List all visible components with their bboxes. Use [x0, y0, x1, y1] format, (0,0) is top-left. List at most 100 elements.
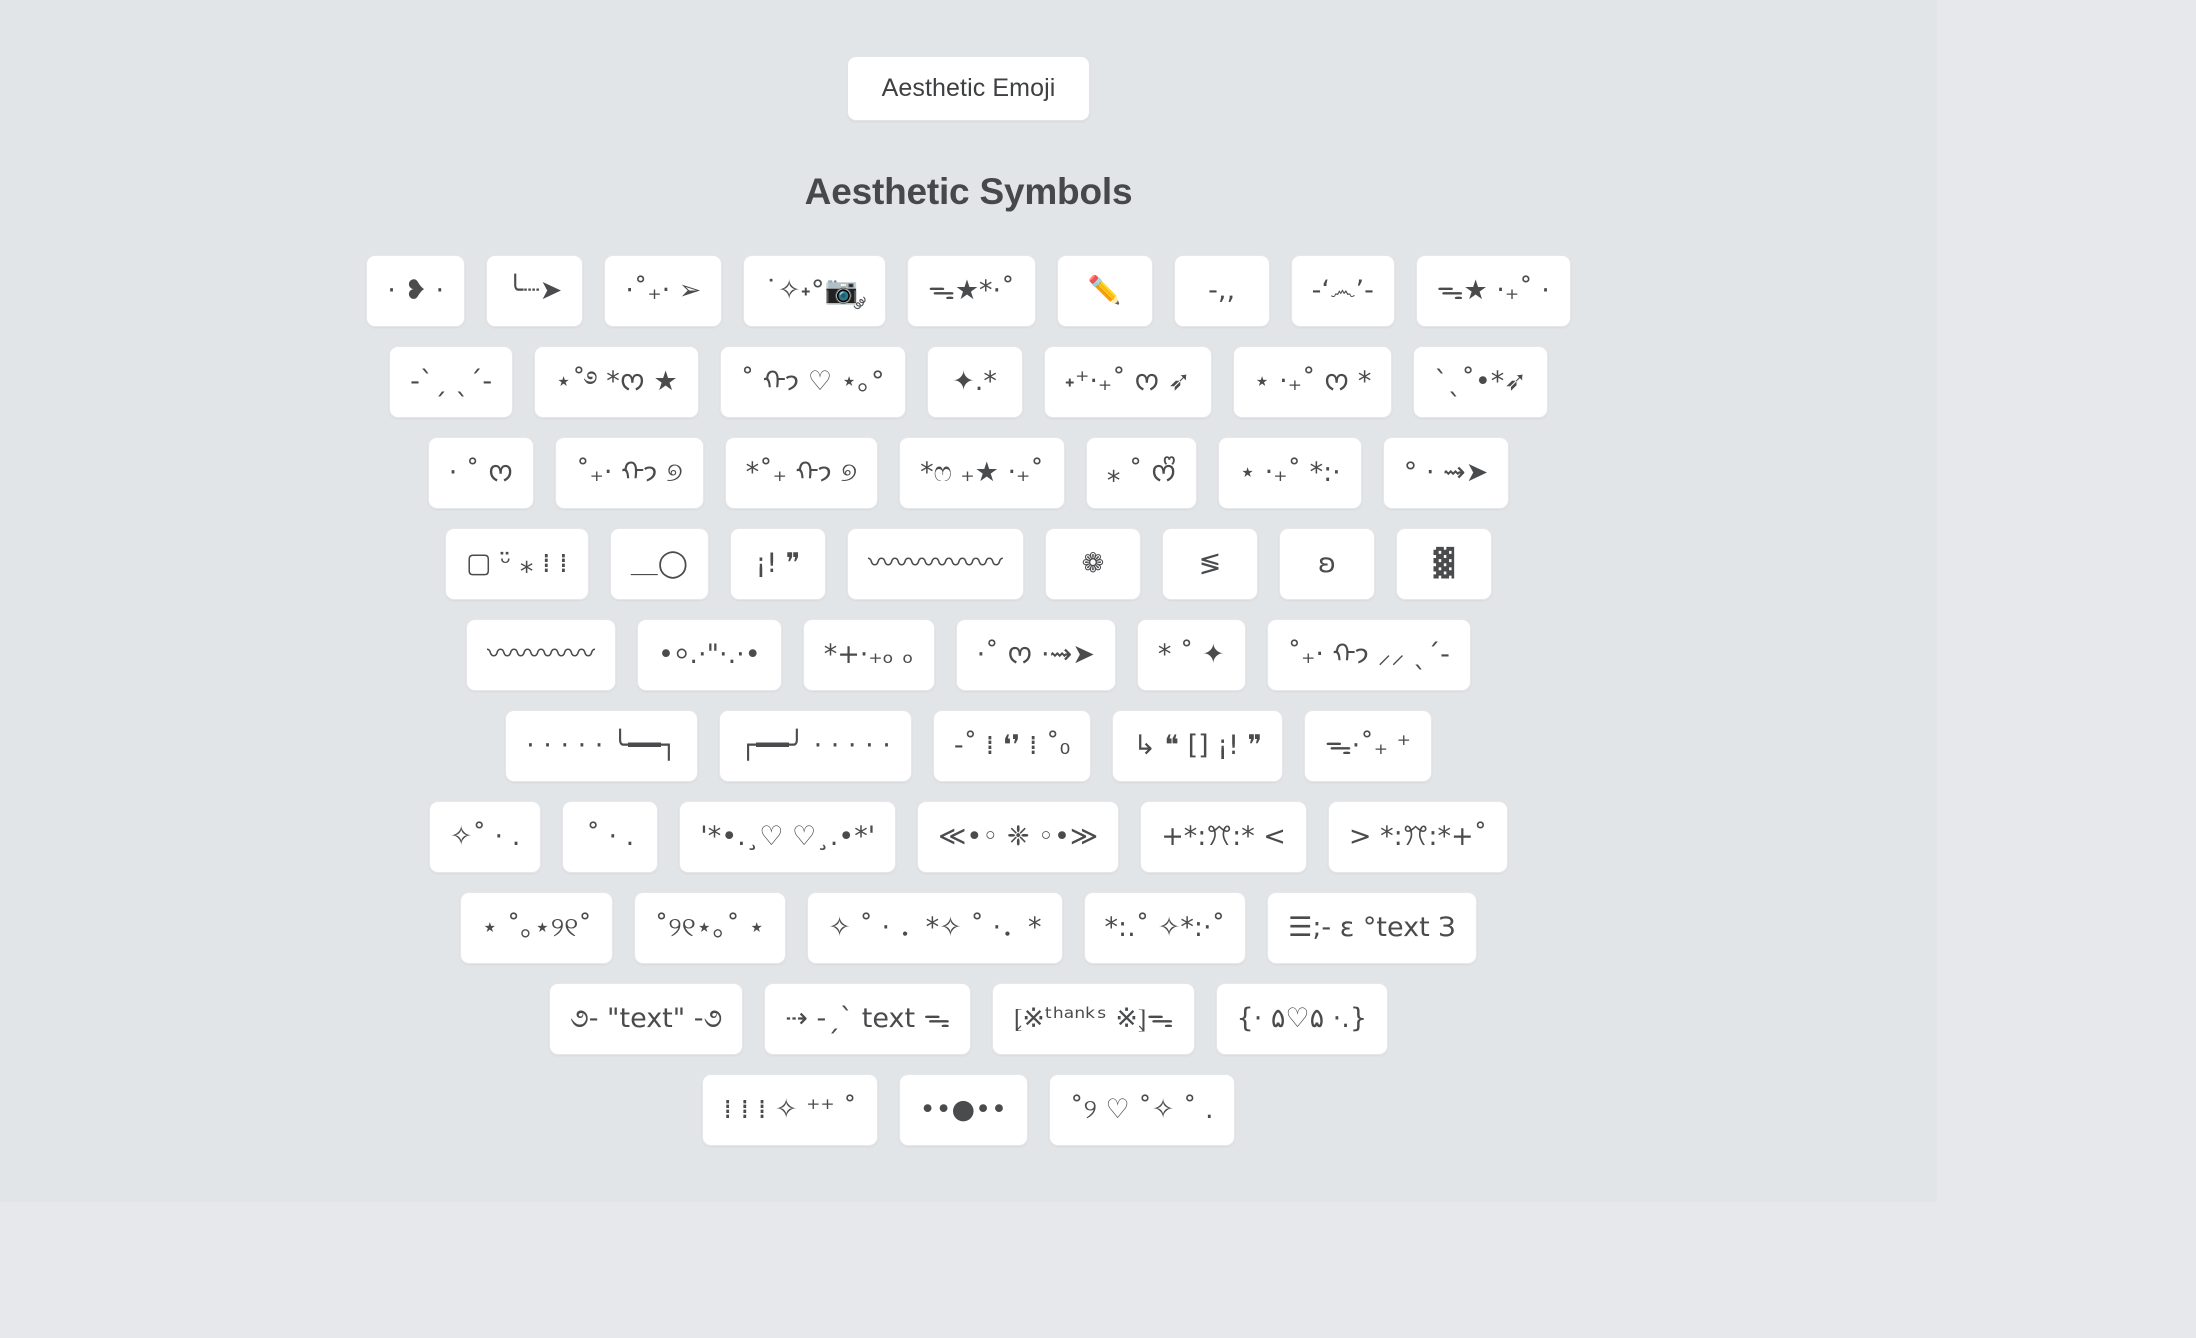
- symbol-card-text: * ˚ ✦: [1157, 638, 1225, 670]
- symbol-card[interactable]: ⋅˚₊‧ ➢: [604, 255, 723, 327]
- symbol-card[interactable]: {· ۵♡۵ ·.}: [1215, 983, 1389, 1055]
- symbol-card-text: *˚₊ ᡣ𐭩 ୭: [745, 456, 858, 488]
- page-content: Aesthetic Emoji Aesthetic Symbols · ❥ · ╰…: [0, 0, 1937, 1146]
- symbol-row: ⁞ ⁞ ⁞ ✧ ⁺⁺ ˚ ••●•• ˚୨ ♡ ˚✧ ˚ .: [702, 1074, 1235, 1146]
- symbol-card[interactable]: *˚₊ ᡣ𐭩 ୭: [724, 437, 879, 509]
- symbol-card-text: ʚ: [1317, 547, 1336, 579]
- symbol-card[interactable]: ˖⁺‧₊˚ ᰔ ➶: [1043, 346, 1212, 418]
- symbol-card-text: ᯓ·˚₊ ⁺: [1325, 729, 1411, 761]
- symbol-card[interactable]: · ❥ ·: [366, 255, 466, 327]
- symbol-card[interactable]: '*•.¸♡ ♡¸.•*': [679, 801, 897, 873]
- symbol-card[interactable]: -,,: [1173, 255, 1270, 327]
- symbol-card-text: +*:ꔫ:* <: [1161, 820, 1286, 852]
- symbol-card[interactable]: ≶: [1161, 528, 1258, 600]
- symbol-card[interactable]: ˚₊‧ ᡣ𐭩 ୭: [555, 437, 704, 509]
- symbol-card[interactable]: ✧ ˚ · ．*✧ ˚ ·．*: [807, 892, 1063, 964]
- symbol-card-text: ᯓ★ ‧₊˚ ·: [1436, 274, 1550, 306]
- symbol-card[interactable]: *ෆ ₊★ ‧₊˚: [899, 437, 1065, 509]
- symbol-row: · · · · · ╰━━┐ ┌━━╯ · · · · · -˚ ⁞ ❛❜ ⁞ ˚₀…: [505, 710, 1432, 782]
- symbol-card[interactable]: ૭- "text" -૭: [548, 983, 744, 1055]
- symbol-card[interactable]: ᯓ·˚₊ ⁺: [1304, 710, 1432, 782]
- symbol-card-text: ˙✧˖°📷 ༘: [764, 274, 866, 306]
- symbol-card[interactable]: ⋆ ˚｡⋆୨୧˚: [460, 892, 613, 964]
- symbol-card[interactable]: ˚ · .: [562, 801, 659, 873]
- symbol-card[interactable]: ┌━━╯ · · · · ·: [719, 710, 912, 782]
- symbol-card[interactable]: ↳ ❝ [] ¡! ❞: [1112, 710, 1284, 782]
- symbol-card-text: ˚ ᡣ𐭩 ♡ ⋆｡°: [740, 365, 885, 397]
- symbol-card[interactable]: ☰;- ɛ °text З: [1267, 892, 1477, 964]
- symbol-card[interactable]: ·˚ ᰔ ·⇝➤: [955, 619, 1116, 691]
- symbol-card[interactable]: ᯓ★ ‧₊˚ ·: [1415, 255, 1571, 327]
- symbol-card-text: *+·₊ₒ ₒ: [823, 638, 914, 670]
- symbol-card-text: ૭- "text" -૭: [569, 1002, 723, 1034]
- aesthetic-emoji-tag-button[interactable]: Aesthetic Emoji: [846, 56, 1091, 121]
- symbol-card-text: ❁: [1081, 547, 1105, 579]
- symbol-card[interactable]: ¡! ❞: [729, 528, 826, 600]
- symbol-card-text: ┌━━╯ · · · · ·: [740, 729, 891, 761]
- symbol-card[interactable]: ❁: [1044, 528, 1141, 600]
- symbol-card[interactable]: ▢ ᵕ̈ ⁎ ⁞ ⁞: [445, 528, 589, 600]
- symbol-card[interactable]: ✦.*: [926, 346, 1023, 418]
- symbol-card[interactable]: 〰〰〰〰〰: [846, 528, 1024, 600]
- symbol-card[interactable]: ʚ: [1278, 528, 1375, 600]
- symbol-card[interactable]: · ˚ ᰔ: [427, 437, 535, 509]
- symbol-card-text: {· ۵♡۵ ·.}: [1236, 1002, 1368, 1034]
- symbol-card[interactable]: ⇢ -ˏ` text ᯓ: [764, 983, 972, 1055]
- symbol-card[interactable]: -ˋˏ ˎˊ-: [389, 346, 514, 418]
- symbol-card[interactable]: ᯓ★*·˚: [907, 255, 1036, 327]
- symbol-card[interactable]: ⁎ ˚ ᰔᩚ: [1085, 437, 1198, 509]
- page-title: Aesthetic Symbols: [804, 171, 1133, 212]
- symbol-card[interactable]: ⋆ ‧₊˚ *:·: [1218, 437, 1362, 509]
- symbol-card-text: ╰┈➤: [507, 274, 563, 306]
- symbol-card-text: ＿◯: [630, 547, 688, 579]
- symbol-card[interactable]: *+·₊ₒ ₒ: [802, 619, 935, 691]
- symbol-card[interactable]: ▓: [1395, 528, 1492, 600]
- symbol-card[interactable]: ˙✧˖°📷 ༘: [743, 255, 887, 327]
- symbol-card[interactable]: ˚୨ ♡ ˚✧ ˚ .: [1048, 1074, 1235, 1146]
- symbol-card[interactable]: ╰┈➤: [486, 255, 584, 327]
- symbol-card[interactable]: ✧˚ · .: [428, 801, 542, 873]
- symbol-card[interactable]: ≪•◦ ❈ ◦•≫: [917, 801, 1120, 873]
- symbol-card[interactable]: ˚ ᡣ𐭩 ♡ ⋆｡°: [719, 346, 906, 418]
- symbol-row: -ˋˏ ˎˊ- ⋆˚࿔ *ᰔ ★ ˚ ᡣ𐭩 ♡ ⋆｡° ✦.* ˖⁺‧₊˚ ᰔ ➶ ⋆ ‧…: [389, 346, 1548, 418]
- symbol-card[interactable]: -˚ ⁞ ❛❜ ⁞ ˚₀: [932, 710, 1092, 782]
- symbol-card-text: -ˋˏ ˎˊ-: [410, 365, 493, 397]
- symbol-card-text: ⋆ ‧₊˚ *:·: [1239, 456, 1341, 488]
- symbol-card[interactable]: ＿◯: [609, 528, 709, 600]
- symbol-card[interactable]: ⋆ ‧₊˚ ᰔ *: [1232, 346, 1393, 418]
- symbol-card-text: > *:ꔫ:*+˚: [1348, 820, 1488, 852]
- symbol-card-text: ˚₊‧ ᡣ𐭩 ⸝⸝ ˎˊ-: [1287, 638, 1450, 670]
- symbol-card-text: ⋅˚₊‧ ➢: [625, 274, 702, 306]
- symbol-card-text: ☰;- ɛ °text З: [1288, 911, 1456, 943]
- symbol-card-text: ⋆ ˚｡⋆୨୧˚: [481, 911, 592, 943]
- symbol-card[interactable]: •⸰.·"·.·•: [637, 619, 782, 691]
- symbol-card-text: · ❥ ·: [387, 274, 445, 306]
- symbol-card-text: · · · · · ╰━━┐: [526, 729, 677, 761]
- symbol-card-text: ¡! ❞: [755, 547, 801, 579]
- symbol-card-text: ·˚ ᰔ ·⇝➤: [976, 638, 1095, 670]
- symbol-card[interactable]: -‘෴’-: [1290, 255, 1395, 327]
- tag-row: Aesthetic Emoji: [0, 56, 1937, 121]
- symbol-card[interactable]: 〰〰〰〰: [466, 619, 617, 691]
- symbol-card[interactable]: ••●••: [898, 1074, 1028, 1146]
- symbol-card-text: ˚୨ ♡ ˚✧ ˚ .: [1069, 1093, 1214, 1125]
- symbol-card[interactable]: ⋆˚࿔ *ᰔ ★: [534, 346, 699, 418]
- symbol-card-text: •⸰.·"·.·•: [658, 638, 761, 670]
- symbol-card[interactable]: ⁞ ⁞ ⁞ ✧ ⁺⁺ ˚: [702, 1074, 878, 1146]
- symbol-card[interactable]: > *:ꔫ:*+˚: [1327, 801, 1509, 873]
- symbol-row: ૭- "text" -૭ ⇢ -ˏ` text ᯓ ⦏※ᵗʰᵃⁿᵏˢ ※⦎ᯓ {· ۵…: [548, 983, 1389, 1055]
- symbol-card-text: ✧ ˚ · ．*✧ ˚ ·．*: [828, 911, 1042, 943]
- symbol-row: · ˚ ᰔ ˚₊‧ ᡣ𐭩 ୭ *˚₊ ᡣ𐭩 ୭ *ෆ ₊★ ‧₊˚ ⁎ ˚ ᰔᩚ ⋆ ‧₊…: [427, 437, 1510, 509]
- symbol-card[interactable]: ˋˎ˚•*➶: [1413, 346, 1548, 418]
- symbol-card[interactable]: +*:ꔫ:* <: [1140, 801, 1307, 873]
- symbol-card[interactable]: ✏️: [1056, 255, 1153, 327]
- symbol-card[interactable]: ° ⋅ ⇝➤: [1382, 437, 1510, 509]
- symbol-card[interactable]: *:.˚ ✧*:·˚: [1083, 892, 1247, 964]
- symbol-card-text: ⁎ ˚ ᰔᩚ: [1106, 456, 1177, 488]
- symbol-card[interactable]: ˚₊‧ ᡣ𐭩 ⸝⸝ ˎˊ-: [1266, 619, 1471, 691]
- symbol-card-text: ••●••: [919, 1093, 1007, 1125]
- symbol-card[interactable]: ⦏※ᵗʰᵃⁿᵏˢ ※⦎ᯓ: [992, 983, 1195, 1055]
- symbol-card[interactable]: * ˚ ✦: [1136, 619, 1246, 691]
- symbol-card[interactable]: · · · · · ╰━━┐: [505, 710, 698, 782]
- symbol-card[interactable]: ˚୨୧⋆｡˚ ⋆: [633, 892, 787, 964]
